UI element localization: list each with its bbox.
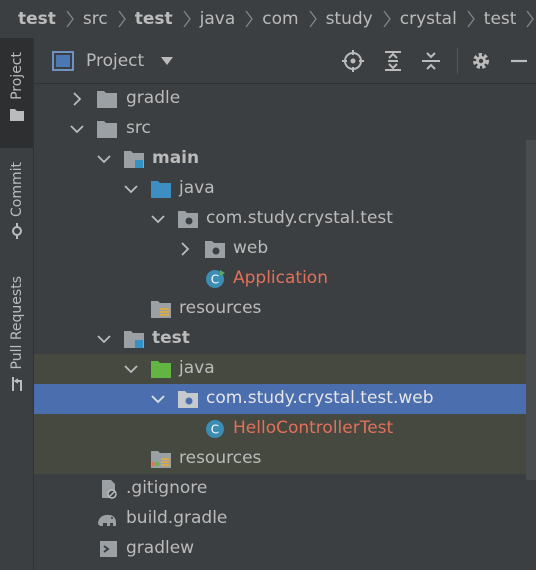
tree-item-application[interactable]: C Application (34, 264, 536, 294)
chevron-down-icon[interactable] (124, 182, 138, 196)
tree-item-src[interactable]: src (34, 114, 536, 144)
class-icon: C (206, 420, 224, 438)
tree-item-resources-main[interactable]: resources (34, 294, 536, 324)
test-folder-icon (151, 361, 171, 378)
chevron-right-icon (183, 10, 191, 28)
tool-tab-project[interactable]: Project (0, 38, 33, 148)
class-icon: C (206, 270, 225, 288)
tree-item-label: resources (179, 298, 262, 318)
chevron-down-icon[interactable] (97, 152, 111, 166)
chevron-right-icon[interactable] (70, 92, 84, 106)
breadcrumb-item-test-pkg[interactable]: test (484, 9, 517, 29)
chevron-right-icon (309, 10, 317, 28)
tool-tab-pull-requests[interactable]: Pull Requests (0, 270, 33, 410)
tool-tab-commit-label: Commit (8, 162, 25, 217)
expand-all-icon[interactable] (382, 50, 404, 72)
tree-item-label: src (126, 118, 151, 138)
chevron-down-icon[interactable] (151, 392, 165, 406)
resources-folder-icon (151, 301, 171, 318)
tree-item-label: main (152, 148, 200, 168)
source-folder-icon (151, 181, 171, 198)
tree-item-java-main[interactable]: java (34, 174, 536, 204)
breadcrumb-item-java[interactable]: java (200, 9, 236, 29)
tree-item-label: com.study.crystal.test.web (206, 388, 434, 408)
tree-item-java-test[interactable]: java (34, 354, 536, 384)
gitignore-file-icon (102, 480, 117, 499)
minimize-icon[interactable] (508, 50, 530, 72)
tree-item-label: test (152, 328, 190, 348)
tree-item-label: java (179, 358, 215, 378)
tree-item-package-web[interactable]: com.study.crystal.test.web (34, 384, 536, 414)
tree-item-label: HelloControllerTest (233, 418, 394, 438)
tree-item-partial[interactable] (34, 564, 536, 570)
tool-tab-pull-requests-label: Pull Requests (8, 276, 25, 370)
package-icon (205, 241, 225, 258)
chevron-down-icon[interactable] (160, 56, 174, 66)
chevron-down-icon[interactable] (97, 332, 111, 346)
tree-item-resources-test[interactable]: resources (34, 444, 536, 474)
folder-icon (97, 121, 117, 138)
breadcrumb-item-study[interactable]: study (326, 9, 373, 29)
chevron-down-icon[interactable] (70, 122, 84, 136)
tree-item-gradlew[interactable]: gradlew (34, 534, 536, 564)
tree-item-label: com.study.crystal.test (206, 208, 393, 228)
test-resources-folder-icon (151, 451, 171, 468)
svg-text:C: C (211, 423, 219, 437)
tree-item-gradle[interactable]: gradle (34, 84, 536, 114)
gear-icon[interactable] (470, 50, 492, 72)
chevron-right-icon (245, 10, 254, 28)
breadcrumb-item-crystal[interactable]: crystal (400, 9, 457, 29)
chevron-right-icon (118, 10, 126, 28)
tree-item-label: java (179, 178, 215, 198)
tree-item-label: gradle (126, 88, 181, 108)
tree-item-main[interactable]: main (34, 144, 536, 174)
chevron-right-icon (66, 10, 74, 28)
script-file-icon (100, 541, 117, 557)
breadcrumb-item-test[interactable]: test (18, 9, 56, 29)
panel-title: Project (86, 50, 145, 71)
chevron-right-icon[interactable] (178, 242, 192, 256)
gradle-elephant-icon (98, 514, 116, 526)
tree-item-label: resources (179, 448, 262, 468)
tree-item-test[interactable]: test (34, 324, 536, 354)
tree-item-label: gradlew (126, 538, 195, 558)
chevron-right-icon (383, 10, 391, 28)
commit-icon (11, 223, 22, 239)
breadcrumb-item-src[interactable]: src (83, 9, 108, 29)
tree-item-label: Application (233, 268, 328, 288)
divider (457, 48, 458, 74)
chevron-right-icon (526, 10, 535, 28)
scrollbar[interactable] (526, 140, 536, 480)
package-icon (178, 211, 198, 228)
tree-item-hello-controller-test[interactable]: C HelloControllerTest (34, 414, 536, 444)
tree-item-label: web (233, 238, 269, 258)
breadcrumb-item-com[interactable]: com (262, 9, 298, 29)
module-folder-icon (124, 331, 144, 348)
chevron-down-icon[interactable] (124, 362, 138, 376)
tree-item-package[interactable]: com.study.crystal.test (34, 204, 536, 234)
folder-icon (9, 108, 24, 121)
tree-item-web[interactable]: web (34, 234, 536, 264)
tool-tab-commit[interactable]: Commit (0, 156, 33, 256)
module-folder-icon (124, 151, 144, 168)
tree-item-label: build.gradle (126, 508, 228, 528)
collapse-all-icon[interactable] (420, 50, 442, 72)
folder-icon (97, 91, 117, 108)
breadcrumb: test src test java com study crystal tes… (0, 0, 536, 38)
tool-window-strip: Project Commit Pull Requests (0, 38, 34, 570)
project-tree: gradle src main java com.study.crystal.t… (34, 84, 536, 570)
tree-item-label: .gitignore (126, 478, 208, 498)
svg-text:C: C (211, 273, 219, 287)
chevron-right-icon (467, 10, 475, 28)
breadcrumb-item-test-module[interactable]: test (135, 9, 173, 29)
pull-request-icon (11, 377, 22, 392)
project-window-icon (52, 50, 74, 71)
package-icon (178, 391, 198, 408)
tree-item-build-gradle[interactable]: build.gradle (34, 504, 536, 534)
chevron-down-icon[interactable] (151, 212, 165, 226)
tool-tab-project-label: Project (8, 52, 25, 100)
locate-icon[interactable] (342, 50, 364, 72)
tree-item-gitignore[interactable]: .gitignore (34, 474, 536, 504)
project-panel-header: Project (34, 38, 536, 84)
